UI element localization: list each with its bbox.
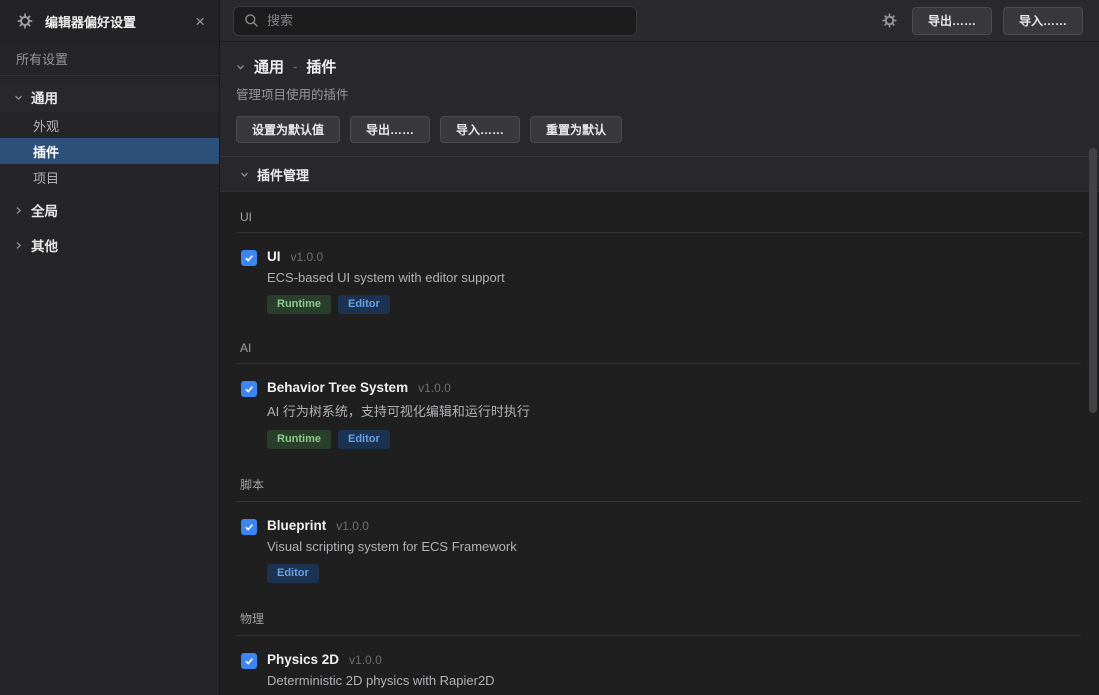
plugin-version: v1.0.0 — [336, 519, 369, 533]
tree-group-other[interactable]: 其他 — [0, 230, 219, 260]
plugin-enabled-checkbox[interactable] — [241, 519, 257, 535]
breadcrumb-current: 插件 — [306, 56, 336, 77]
settings-gear-icon[interactable] — [879, 10, 901, 32]
import-button[interactable]: 导入…… — [1003, 7, 1083, 35]
plugin-description: Deterministic 2D physics with Rapier2D — [267, 673, 495, 688]
plugin-row-blueprint: Blueprint v1.0.0 Visual scripting system… — [236, 518, 1081, 583]
runtime-badge: Runtime — [267, 430, 331, 449]
breadcrumb-separator: - — [293, 59, 297, 74]
tree-group-label: 全局 — [31, 200, 58, 220]
plugin-enabled-checkbox[interactable] — [241, 250, 257, 266]
sidebar-item-appearance[interactable]: 外观 — [0, 112, 219, 138]
plugin-row-behavior-tree: Behavior Tree System v1.0.0 AI 行为树系统，支持可… — [236, 380, 1081, 449]
vertical-scrollbar-thumb[interactable] — [1089, 148, 1097, 413]
plugin-description: ECS-based UI system with editor support — [267, 270, 505, 285]
plugin-category-script: 脚本 Blueprint v1.0.0 Visual scripting sys… — [236, 476, 1081, 583]
divider — [236, 232, 1081, 233]
plugin-name: Behavior Tree System — [267, 380, 408, 395]
plugin-badges: Runtime Editor — [267, 295, 505, 314]
sidebar-item-all-settings[interactable]: 所有设置 — [0, 42, 219, 76]
export-button[interactable]: 导出…… — [912, 7, 992, 35]
plugin-info: Behavior Tree System v1.0.0 AI 行为树系统，支持可… — [267, 380, 530, 449]
plugin-manager-section-header[interactable]: 插件管理 — [220, 156, 1099, 192]
chevron-down-icon — [14, 93, 23, 102]
tree-group-label: 通用 — [31, 87, 58, 107]
plugin-version: v1.0.0 — [291, 250, 324, 264]
chevron-down-icon — [240, 170, 249, 179]
plugin-version: v1.0.0 — [418, 381, 451, 395]
close-icon[interactable]: × — [193, 13, 207, 30]
plugin-list: UI UI v1.0.0 ECS-based UI system with ed… — [220, 192, 1099, 695]
topbar: 导出…… 导入…… — [220, 0, 1099, 42]
plugin-version: v1.0.0 — [349, 653, 382, 667]
sidebar-item-project[interactable]: 项目 — [0, 164, 219, 190]
window-title: 编辑器偏好设置 — [45, 12, 184, 31]
import-settings-button[interactable]: 导入…… — [440, 116, 520, 143]
settings-tree: 通用 外观 插件 项目 全局 其他 — [0, 76, 219, 260]
section-title: 插件管理 — [257, 165, 309, 184]
plugin-category-physics: 物理 Physics 2D v1.0.0 Deterministic 2D ph… — [236, 610, 1081, 695]
plugin-info: Blueprint v1.0.0 Visual scripting system… — [267, 518, 517, 583]
runtime-badge: Runtime — [267, 295, 331, 314]
chevron-right-icon — [14, 241, 23, 250]
main-panel: 导出…… 导入…… 通用 - 插件 管理项目使用的插件 设置为默认值 导出…… … — [220, 0, 1099, 695]
plugin-description: AI 行为树系统，支持可视化编辑和运行时执行 — [267, 401, 530, 420]
page-subtitle: 管理项目使用的插件 — [236, 84, 1083, 103]
plugin-badges: Editor — [267, 564, 517, 583]
plugin-name: Blueprint — [267, 518, 326, 533]
sidebar-item-plugins[interactable]: 插件 — [0, 138, 219, 164]
preferences-window: 编辑器偏好设置 × 所有设置 通用 外观 插件 项目 全局 — [0, 0, 1099, 695]
plugin-enabled-checkbox[interactable] — [241, 381, 257, 397]
plugin-category-ai: AI Behavior Tree System v1.0.0 AI 行为树系统，… — [236, 341, 1081, 449]
page-header: 通用 - 插件 管理项目使用的插件 设置为默认值 导出…… 导入…… 重置为默认 — [220, 42, 1099, 156]
tree-group-label: 其他 — [31, 235, 58, 255]
settings-sidebar: 编辑器偏好设置 × 所有设置 通用 外观 插件 项目 全局 — [0, 0, 220, 695]
search-box[interactable] — [233, 6, 637, 36]
category-label: UI — [236, 210, 1081, 232]
plugin-row-physics-2d: Physics 2D v1.0.0 Deterministic 2D physi… — [236, 652, 1081, 695]
divider — [236, 363, 1081, 364]
search-icon — [244, 13, 259, 28]
tree-group-general[interactable]: 通用 — [0, 82, 219, 112]
plugin-info: Physics 2D v1.0.0 Deterministic 2D physi… — [267, 652, 495, 695]
gear-icon — [14, 10, 36, 32]
category-label: 脚本 — [236, 476, 1081, 501]
category-label: 物理 — [236, 610, 1081, 635]
divider — [236, 501, 1081, 502]
sidebar-header: 编辑器偏好设置 × — [0, 0, 219, 42]
plugin-row-ui: UI v1.0.0 ECS-based UI system with edito… — [236, 249, 1081, 314]
chevron-right-icon — [14, 206, 23, 215]
export-settings-button[interactable]: 导出…… — [350, 116, 430, 143]
plugin-category-ui: UI UI v1.0.0 ECS-based UI system with ed… — [236, 210, 1081, 314]
plugin-info: UI v1.0.0 ECS-based UI system with edito… — [267, 249, 505, 314]
editor-badge: Editor — [338, 430, 390, 449]
header-actions: 设置为默认值 导出…… 导入…… 重置为默认 — [236, 116, 1083, 143]
set-as-default-button[interactable]: 设置为默认值 — [236, 116, 340, 143]
plugin-badges: Runtime Editor — [267, 430, 530, 449]
plugin-name: UI — [267, 249, 281, 264]
tree-group-global[interactable]: 全局 — [0, 195, 219, 225]
search-input[interactable] — [267, 13, 626, 28]
plugin-enabled-checkbox[interactable] — [241, 653, 257, 669]
plugin-description: Visual scripting system for ECS Framewor… — [267, 539, 517, 554]
category-label: AI — [236, 341, 1081, 363]
chevron-down-icon[interactable] — [236, 62, 245, 71]
breadcrumb-parent: 通用 — [254, 56, 284, 77]
breadcrumb[interactable]: 通用 - 插件 — [236, 56, 1083, 77]
divider — [236, 635, 1081, 636]
editor-badge: Editor — [267, 564, 319, 583]
editor-badge: Editor — [338, 295, 390, 314]
reset-to-default-button[interactable]: 重置为默认 — [530, 116, 622, 143]
plugin-name: Physics 2D — [267, 652, 339, 667]
